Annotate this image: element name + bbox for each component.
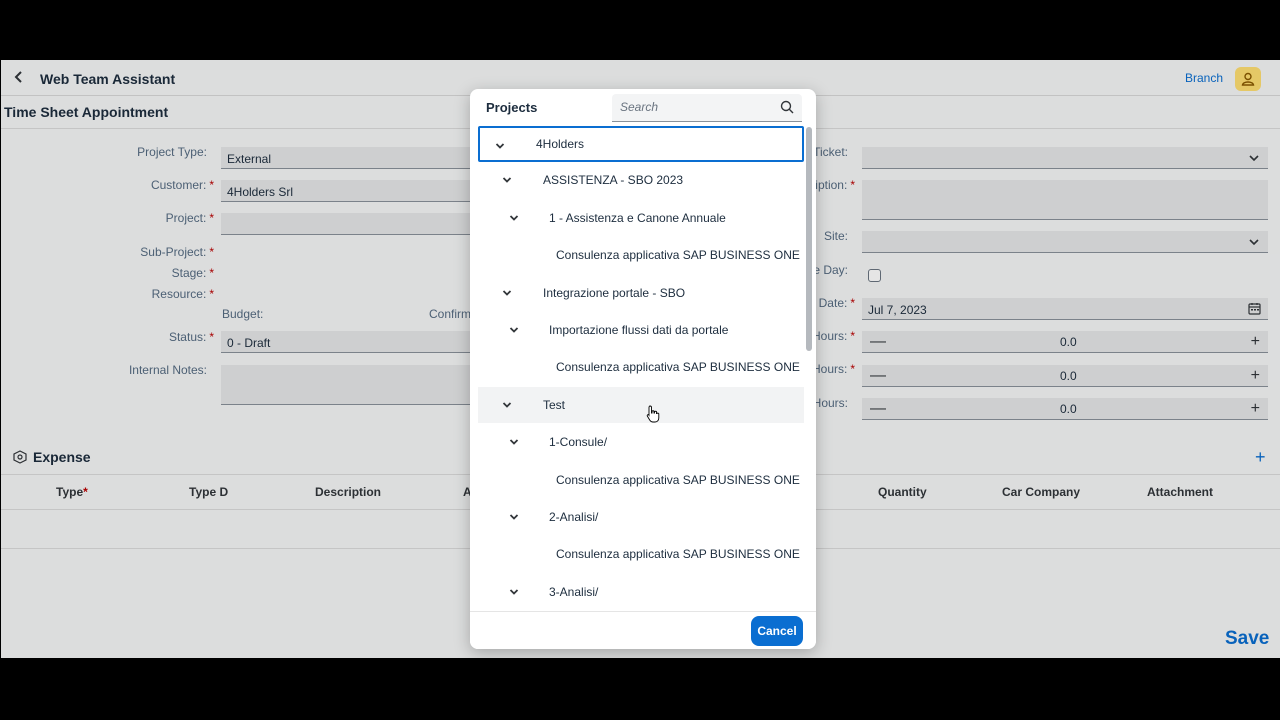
chevron-down-icon[interactable] [508,436,520,448]
tree-item-label: Importazione flussi dati da portale [549,323,729,337]
dialog-title: Projects [486,100,538,115]
chevron-down-icon[interactable] [508,324,520,336]
tree-item-label: Test [543,397,566,412]
chevron-down-icon[interactable] [501,287,513,299]
tree-item[interactable]: Test [478,386,804,423]
tree-item[interactable]: Consulenza applicativa SAP BUSINESS ONE [478,237,804,273]
tree-item-label: Consulenza applicativa SAP BUSINESS ONE [556,472,800,487]
tree-item[interactable]: Integrazione portale - SBO [478,275,804,311]
tree-item-label: Consulenza applicativa SAP BUSINESS ONE [556,360,800,375]
projects-dialog: Projects 4Holders ASSISTENZA - SBO 2023 1 … [470,89,816,649]
dialog-footer: Cancel [470,611,816,649]
video-frame: Web Team Assistant Branch Time Sheet App… [0,0,1280,720]
search-input[interactable] [620,100,770,114]
project-tree: 4Holders ASSISTENZA - SBO 2023 1 - Assiste… [470,125,806,611]
tree-item[interactable]: 4Holders [478,126,804,162]
tree-item-label: 1-Consule/ [549,435,608,450]
tree-item[interactable]: 2-Analisi/ [478,499,804,535]
chevron-down-icon[interactable] [501,174,513,186]
tree-item[interactable]: 3-Analisi/ [478,574,804,610]
tree-item-label: 4Holders [536,137,585,151]
search-icon[interactable] [780,100,794,114]
tree-item-label: Integrazione portale - SBO [543,285,686,300]
tree-item-label: Consulenza applicativa SAP BUSINESS ONE [556,547,800,562]
scrollbar[interactable] [806,127,812,351]
chevron-down-icon[interactable] [508,511,520,523]
chevron-down-icon[interactable] [508,586,520,598]
tree-item[interactable]: ASSISTENZA - SBO 2023 [478,162,804,198]
tree-item[interactable]: Consulenza applicativa SAP BUSINESS ONE [478,536,804,572]
tree-item[interactable]: 1 - Assistenza e Canone Annuale [478,200,804,236]
chevron-down-icon[interactable] [494,140,506,152]
tree-item[interactable]: 1-Consule/ [478,424,804,460]
tree-item-label: Consulenza applicativa SAP BUSINESS ONE [556,248,800,263]
chevron-down-icon[interactable] [508,212,520,224]
tree-item[interactable]: Consulenza applicativa SAP BUSINESS ONE [478,349,804,385]
tree-item[interactable]: Consulenza applicativa SAP BUSINESS ONE [478,462,804,498]
tree-item[interactable]: Importazione flussi dati da portale [478,312,804,348]
tree-item-label: 1 - Assistenza e Canone Annuale [549,210,726,225]
tree-item-label: ASSISTENZA - SBO 2023 [543,173,684,188]
search-field[interactable] [612,94,802,122]
cancel-button[interactable]: Cancel [751,616,803,646]
tree-item-label: 2-Analisi/ [549,510,599,524]
tree-item-label: 3-Analisi/ [549,584,599,599]
chevron-down-icon[interactable] [501,399,513,411]
mouse-cursor-icon [646,405,660,423]
